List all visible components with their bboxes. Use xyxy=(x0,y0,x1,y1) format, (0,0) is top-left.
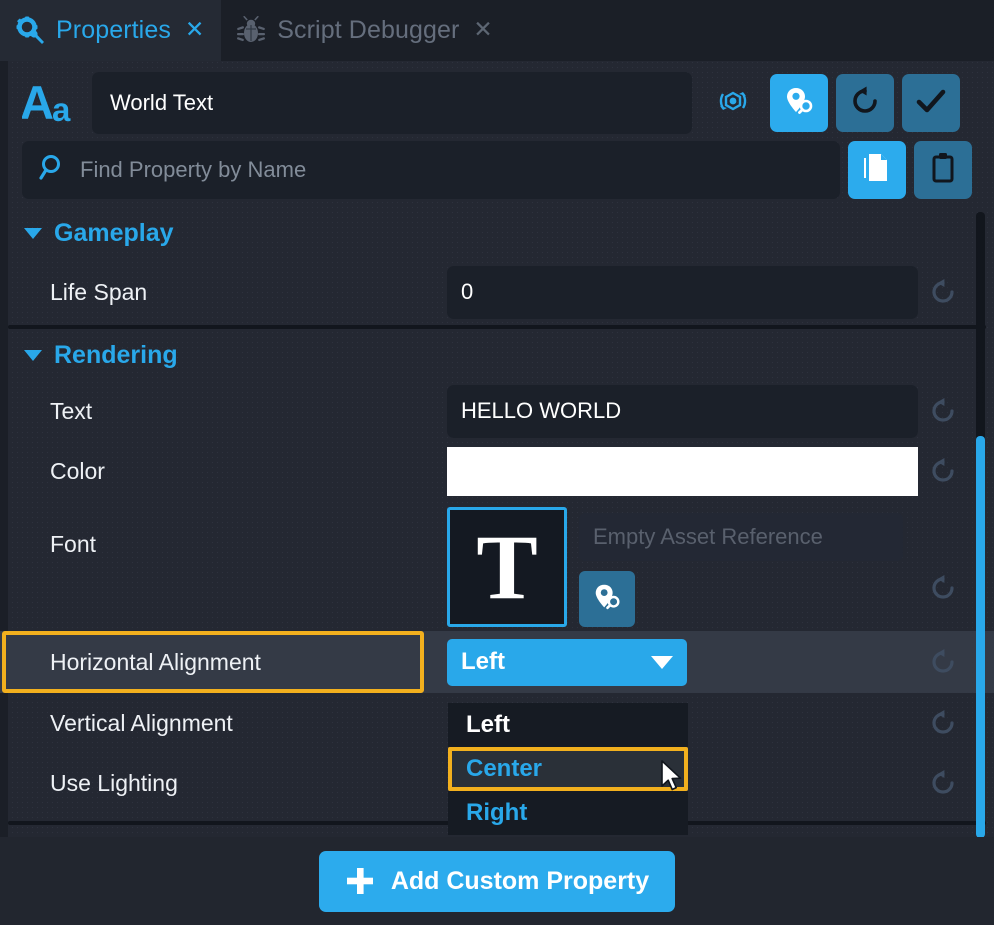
pin-search-button[interactable] xyxy=(770,74,828,132)
font-asset-reference[interactable]: Empty Asset Reference xyxy=(579,513,903,561)
property-row-color: Color xyxy=(0,441,994,501)
text-input[interactable]: HELLO WORLD xyxy=(447,384,918,438)
search-button-group xyxy=(848,141,972,199)
orbit-cube-button[interactable] xyxy=(704,74,762,132)
add-custom-property-button[interactable]: Add Custom Property xyxy=(318,850,676,912)
font-pin-search-button[interactable] xyxy=(579,571,635,627)
option-label: Left xyxy=(466,711,510,738)
dropdown-option-left[interactable]: Left xyxy=(448,703,688,747)
svg-text:A: A xyxy=(22,76,54,126)
section-header-rendering[interactable]: Rendering xyxy=(0,329,994,381)
copy-button[interactable] xyxy=(848,141,906,199)
dropdown-option-center[interactable]: Center xyxy=(448,747,688,791)
apply-checkmark-button[interactable] xyxy=(902,74,960,132)
search-row: Find Property by Name xyxy=(22,141,972,199)
font-t-glyph: T xyxy=(476,516,538,618)
font-thumbnail[interactable]: T xyxy=(447,507,567,627)
section-header-gameplay[interactable]: Gameplay xyxy=(0,207,994,259)
horizontal-alignment-dropdown-list: Left Center Right xyxy=(448,703,688,835)
horizontal-alignment-dropdown[interactable]: Left xyxy=(447,638,687,686)
property-row-life-span: Life Span 0 xyxy=(0,259,994,325)
tab-label: Script Debugger xyxy=(277,16,460,44)
plus-icon xyxy=(345,866,375,896)
svg-text:a: a xyxy=(52,91,71,126)
asset-placeholder: Empty Asset Reference xyxy=(593,524,823,549)
section-title: Rendering xyxy=(54,340,178,369)
property-label: Text xyxy=(50,397,93,424)
reset-icon[interactable] xyxy=(928,647,958,677)
tab-label: Properties xyxy=(56,16,171,44)
bug-icon xyxy=(236,15,266,46)
property-value: HELLO WORLD xyxy=(447,384,918,438)
tab-properties[interactable]: Properties ✕ xyxy=(0,0,222,61)
property-value: 0 xyxy=(447,265,918,319)
chevron-down-icon xyxy=(24,227,42,239)
reset-button[interactable] xyxy=(836,74,894,132)
add-custom-property-label: Add Custom Property xyxy=(390,866,650,895)
paste-button[interactable] xyxy=(914,141,972,199)
property-label: Use Lighting xyxy=(50,769,178,796)
chevron-down-icon xyxy=(651,655,673,669)
reset-icon[interactable] xyxy=(928,768,958,798)
property-label: Color xyxy=(50,457,105,484)
object-name-value: World Text xyxy=(110,90,214,115)
paste-clipboard-icon xyxy=(926,151,960,190)
chevron-down-icon xyxy=(24,349,42,361)
property-label: Life Span xyxy=(50,278,148,305)
object-name-row: A a World Text xyxy=(0,71,994,135)
header-button-group xyxy=(704,74,960,132)
tab-script-debugger[interactable]: Script Debugger ✕ xyxy=(221,0,509,61)
search-input[interactable]: Find Property by Name xyxy=(22,141,840,199)
pin-search-icon xyxy=(782,84,816,123)
pin-search-icon xyxy=(591,581,623,618)
close-icon[interactable]: ✕ xyxy=(185,18,204,41)
property-label: Vertical Alignment xyxy=(50,709,233,736)
property-value: T Empty Asset Reference xyxy=(447,507,918,627)
property-label: Font xyxy=(50,531,97,557)
life-span-value: 0 xyxy=(461,279,474,304)
properties-panel: Properties ✕ Script Debugger ✕ A a World… xyxy=(0,0,994,925)
mouse-cursor-icon xyxy=(660,760,684,799)
dropdown-option-right[interactable]: Right xyxy=(448,791,688,835)
property-row-font: Font T Empty Asset Reference xyxy=(0,501,994,631)
panel-header: A a World Text Find Property by Name xyxy=(0,61,994,205)
reset-icon xyxy=(848,84,882,123)
reset-icon[interactable] xyxy=(928,396,958,426)
scrollbar-thumb[interactable] xyxy=(976,436,985,838)
tab-bar: Properties ✕ Script Debugger ✕ xyxy=(0,0,994,61)
gear-wrench-icon xyxy=(15,16,45,46)
object-name-input[interactable]: World Text xyxy=(92,72,692,134)
property-value xyxy=(447,446,918,496)
copy-icon xyxy=(860,151,894,190)
text-value: HELLO WORLD xyxy=(461,398,622,423)
property-row-horizontal-alignment[interactable]: Horizontal Alignment Left xyxy=(0,631,994,693)
panel-footer: Add Custom Property xyxy=(0,837,994,925)
reset-icon[interactable] xyxy=(928,456,958,486)
option-label: Center xyxy=(466,755,543,782)
search-placeholder: Find Property by Name xyxy=(80,157,307,182)
option-label: Right xyxy=(466,799,528,826)
reset-icon[interactable] xyxy=(928,573,958,603)
dropdown-selected-value: Left xyxy=(461,648,505,675)
reset-icon[interactable] xyxy=(928,708,958,738)
search-icon xyxy=(38,153,68,188)
color-swatch[interactable] xyxy=(447,446,918,496)
aa-text-icon: A a xyxy=(20,76,84,131)
life-span-input[interactable]: 0 xyxy=(447,265,918,319)
close-icon[interactable]: ✕ xyxy=(473,18,492,41)
orbit-cube-icon xyxy=(716,84,750,123)
checkmark-icon xyxy=(914,84,948,123)
reset-icon[interactable] xyxy=(928,277,958,307)
property-value: Left xyxy=(447,638,918,686)
property-row-text: Text HELLO WORLD xyxy=(0,381,994,441)
property-label: Horizontal Alignment xyxy=(50,648,261,675)
section-title: Gameplay xyxy=(54,218,174,247)
